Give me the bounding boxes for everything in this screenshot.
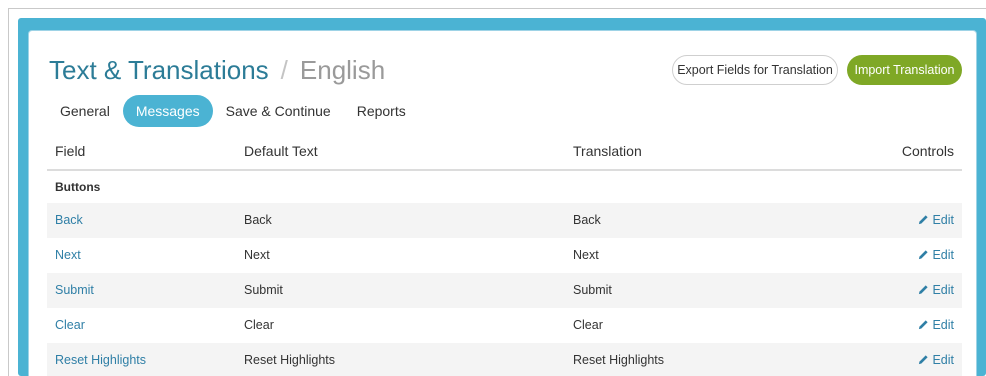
page-title-language: English xyxy=(299,55,386,85)
edit-label: Edit xyxy=(932,318,954,332)
default-text-cell: Back xyxy=(244,213,272,227)
translation-cell: Back xyxy=(573,213,601,227)
column-header-controls: Controls xyxy=(901,143,954,159)
pencil-icon xyxy=(919,250,929,260)
edit-label: Edit xyxy=(932,248,954,262)
title-separator: / xyxy=(280,55,288,85)
field-link[interactable]: Reset Highlights xyxy=(55,353,146,367)
translation-cell: Next xyxy=(573,248,599,262)
field-link[interactable]: Back xyxy=(55,213,83,227)
table-row: Submit Submit Submit Edit xyxy=(47,273,962,308)
table-row: Clear Clear Clear Edit xyxy=(47,308,962,343)
translations-panel: Text & Translations / English Export Field… xyxy=(28,30,977,376)
translation-cell: Clear xyxy=(573,318,603,332)
edit-button[interactable]: Edit xyxy=(918,213,954,227)
tab-save-continue[interactable]: Save & Continue xyxy=(213,95,344,127)
tab-messages[interactable]: Messages xyxy=(122,95,213,127)
table-row: Back Back Back Edit xyxy=(47,203,962,238)
table-body: Back Back Back Edit Next Next Next Edit … xyxy=(47,203,962,376)
edit-label: Edit xyxy=(932,353,954,367)
messages-table: Field Default Text Translation Controls … xyxy=(47,135,962,376)
translation-cell: Submit xyxy=(573,283,612,297)
pencil-icon xyxy=(919,355,929,365)
field-link[interactable]: Next xyxy=(55,248,81,262)
page-title-main: Text & Translations xyxy=(49,55,269,85)
tab-bar: General Messages Save & Continue Reports xyxy=(47,95,419,127)
field-link[interactable]: Clear xyxy=(55,318,85,332)
column-header-translation: Translation xyxy=(573,143,642,159)
edit-button[interactable]: Edit xyxy=(918,283,954,297)
column-header-default-text: Default Text xyxy=(244,143,318,159)
default-text-cell: Clear xyxy=(244,318,274,332)
export-fields-button[interactable]: Export Fields for Translation xyxy=(672,55,838,85)
translation-cell: Reset Highlights xyxy=(573,353,665,367)
tab-general[interactable]: General xyxy=(47,95,123,127)
pencil-icon xyxy=(919,320,929,330)
table-row: Reset Highlights Reset Highlights Reset … xyxy=(47,343,962,376)
default-text-cell: Reset Highlights xyxy=(244,353,336,367)
field-link[interactable]: Submit xyxy=(55,283,94,297)
edit-button[interactable]: Edit xyxy=(918,353,954,367)
group-header-buttons: Buttons xyxy=(47,171,962,203)
tab-reports[interactable]: Reports xyxy=(344,95,419,127)
edit-label: Edit xyxy=(932,283,954,297)
edit-label: Edit xyxy=(932,213,954,227)
import-translation-button[interactable]: Import Translation xyxy=(847,55,962,85)
table-header: Field Default Text Translation Controls xyxy=(47,135,962,171)
table-row: Next Next Next Edit xyxy=(47,238,962,273)
default-text-cell: Submit xyxy=(244,283,283,297)
edit-button[interactable]: Edit xyxy=(918,248,954,262)
group-label: Buttons xyxy=(55,180,101,194)
pencil-icon xyxy=(919,215,929,225)
default-text-cell: Next xyxy=(244,248,270,262)
page-title: Text & Translations / English xyxy=(49,53,385,87)
column-header-field: Field xyxy=(55,143,86,159)
edit-button[interactable]: Edit xyxy=(918,318,954,332)
pencil-icon xyxy=(919,285,929,295)
